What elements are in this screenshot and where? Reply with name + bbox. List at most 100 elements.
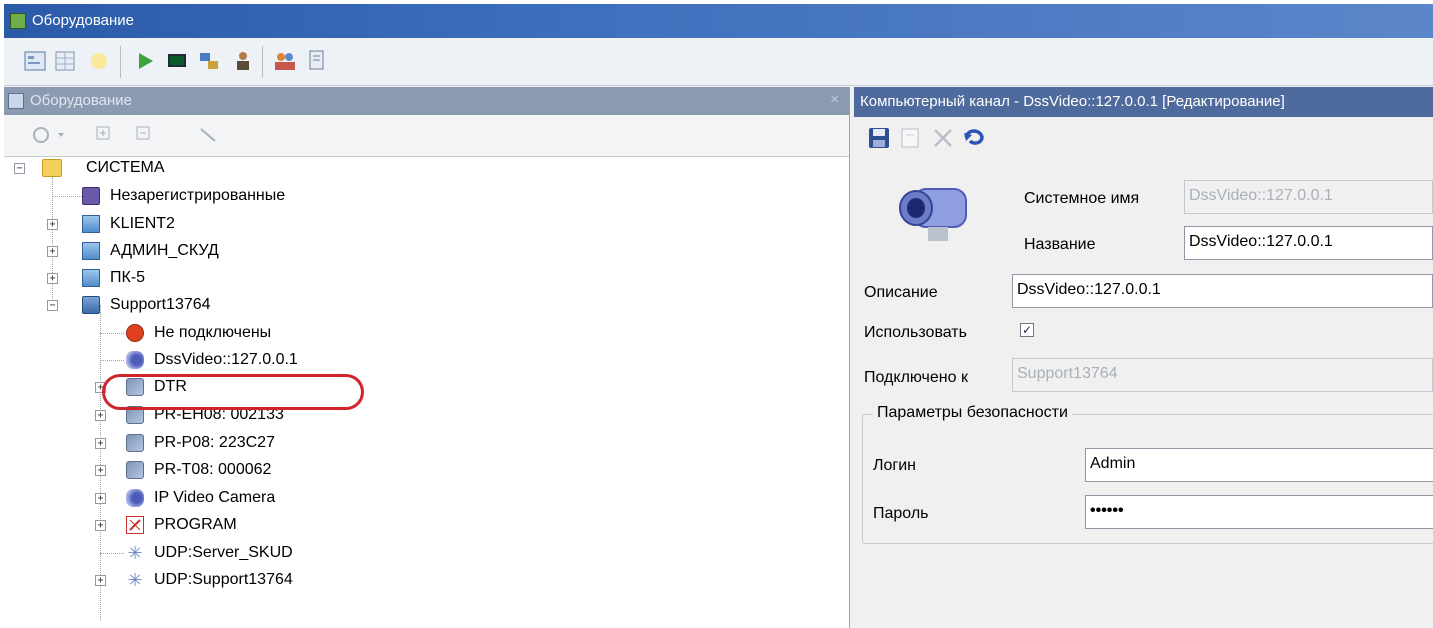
window-title: Оборудование <box>32 12 135 29</box>
tree-node-pr-p08[interactable]: + PR-P08: 223C27 <box>14 431 334 455</box>
tree-node-program[interactable]: + PROGRAM <box>14 513 334 537</box>
pane-title: Оборудование <box>30 92 133 109</box>
system-name-field: DssVideo::127.0.0.1 <box>1184 180 1433 214</box>
tree-node-admin-skud[interactable]: + АДМИН_СКУД <box>14 239 314 263</box>
save-icon[interactable] <box>868 127 890 155</box>
add-icon[interactable] <box>32 126 68 147</box>
connected-to-field: Support13764 <box>1012 358 1433 392</box>
play-icon[interactable] <box>132 48 158 74</box>
document-icon[interactable] <box>304 48 330 74</box>
security-groupbox: Параметры безопасности Логин Admin Парол… <box>862 404 1433 544</box>
password-label: Пароль <box>873 505 929 522</box>
undo-icon[interactable] <box>962 127 986 155</box>
collapse-icon[interactable]: − <box>47 300 58 311</box>
network-icon[interactable] <box>196 48 222 74</box>
properties-icon[interactable] <box>22 48 48 74</box>
editor-title: Компьютерный канал - DssVideo::127.0.0.1… <box>860 93 1285 110</box>
tree-node-dssvideo[interactable]: DssVideo::127.0.0.1 <box>14 348 334 372</box>
collapse-icon[interactable]: − <box>14 163 25 174</box>
tree-node-label: СИСТЕМА <box>86 159 165 176</box>
channel-editor-pane: Компьютерный канал - DssVideo::127.0.0.1… <box>854 87 1433 628</box>
expand-icon[interactable]: + <box>95 493 106 504</box>
expand-icon[interactable]: + <box>47 246 58 257</box>
unregistered-icon <box>82 187 100 205</box>
tree-node-label: Незарегистрированные <box>110 187 286 204</box>
udp-icon: ✳ <box>127 543 143 563</box>
users-icon[interactable] <box>272 48 298 74</box>
tree-node-unregistered[interactable]: Незарегистрированные <box>14 184 374 208</box>
tree-node-udp-server-skud[interactable]: ✳ UDP:Server_SKUD <box>14 541 334 565</box>
tree-node-label: PROGRAM <box>154 516 237 533</box>
equipment-pane: Оборудование × − СИСТЕМА Незарегистриров… <box>4 87 850 628</box>
device-icon <box>126 434 144 452</box>
udp-icon: ✳ <box>127 570 143 590</box>
tree-node-support13764[interactable]: − Support13764 <box>14 293 314 317</box>
tree-node-label: KLIENT2 <box>110 215 175 232</box>
toolbar-separator <box>120 46 121 78</box>
sun-icon[interactable] <box>86 48 112 74</box>
app-icon <box>10 13 26 29</box>
camera-icon <box>894 175 974 245</box>
expand-icon[interactable]: + <box>95 465 106 476</box>
tree-node-ip-video-camera[interactable]: + IP Video Camera <box>14 486 334 510</box>
expand-all-icon[interactable] <box>96 126 110 143</box>
tree-node-klient2[interactable]: + KLIENT2 <box>14 212 314 236</box>
tree-node-label: ПК-5 <box>110 269 146 286</box>
tree-node-label: АДМИН_СКУД <box>110 242 219 259</box>
expand-icon[interactable]: + <box>47 273 58 284</box>
monitor-icon[interactable] <box>164 48 190 74</box>
pencil-icon[interactable] <box>198 126 218 147</box>
tree-toolbar <box>4 115 849 157</box>
password-field[interactable]: •••••• <box>1085 495 1433 529</box>
expand-icon[interactable]: + <box>95 438 106 449</box>
login-field[interactable]: Admin <box>1085 448 1433 482</box>
use-checkbox[interactable]: ✓ <box>1020 323 1034 337</box>
selection-highlight <box>102 374 364 410</box>
collapse-all-icon[interactable] <box>136 126 150 143</box>
grid-icon[interactable] <box>52 48 78 74</box>
editor-toolbar <box>854 117 1433 161</box>
close-icon[interactable]: × <box>830 91 839 108</box>
program-icon <box>126 516 144 534</box>
tree-node-label: PR-P08: 223C27 <box>154 434 275 451</box>
camera-icon <box>126 489 144 507</box>
delete-icon[interactable] <box>932 127 954 155</box>
security-title: Параметры безопасности <box>873 404 1072 422</box>
description-field[interactable]: DssVideo::127.0.0.1 <box>1012 274 1433 308</box>
tree-node-label: UDP:Server_SKUD <box>154 544 293 561</box>
expand-icon[interactable]: + <box>95 410 106 421</box>
tree-node-label: PR-T08: 000062 <box>154 461 272 478</box>
folder-icon <box>42 159 62 177</box>
tree-node-label: Не подключены <box>154 324 272 341</box>
equipment-icon <box>8 93 24 109</box>
toolbar-separator <box>262 46 263 78</box>
tree-node-pr-t08[interactable]: + PR-T08: 000062 <box>14 458 334 482</box>
computer-icon <box>82 269 100 287</box>
tree-node-not-connected[interactable]: Не подключены <box>14 321 334 345</box>
computer-icon <box>82 215 100 233</box>
expand-icon[interactable]: + <box>95 575 106 586</box>
computer-icon <box>82 242 100 260</box>
login-label: Логин <box>873 457 917 474</box>
description-label: Описание <box>864 284 938 301</box>
name-field[interactable]: DssVideo::127.0.0.1 <box>1184 226 1433 260</box>
tree-node-udp-support13764[interactable]: + ✳ UDP:Support13764 <box>14 568 334 592</box>
edit-icon[interactable] <box>900 127 922 155</box>
use-label: Использовать <box>864 324 967 341</box>
expand-icon[interactable]: + <box>95 520 106 531</box>
tree-node-pk5[interactable]: + ПК-5 <box>14 266 314 290</box>
connected-to-label: Подключено к <box>864 369 968 386</box>
server-icon <box>82 296 100 314</box>
user-icon[interactable] <box>230 48 256 74</box>
tree-node-label: Support13764 <box>110 296 211 313</box>
tree-node-label: UDP:Support13764 <box>154 571 293 588</box>
device-icon <box>126 461 144 479</box>
tree-node-label: IP Video Camera <box>154 489 276 506</box>
not-connected-icon <box>126 324 144 342</box>
system-name-label: Системное имя <box>1024 190 1140 207</box>
pane-header: Оборудование × <box>4 87 849 115</box>
expand-icon[interactable]: + <box>47 219 58 230</box>
editor-header: Компьютерный канал - DssVideo::127.0.0.1… <box>854 87 1433 117</box>
tree-node-system[interactable]: − СИСТЕМА <box>14 157 314 181</box>
title-bar: Оборудование <box>4 4 1433 38</box>
